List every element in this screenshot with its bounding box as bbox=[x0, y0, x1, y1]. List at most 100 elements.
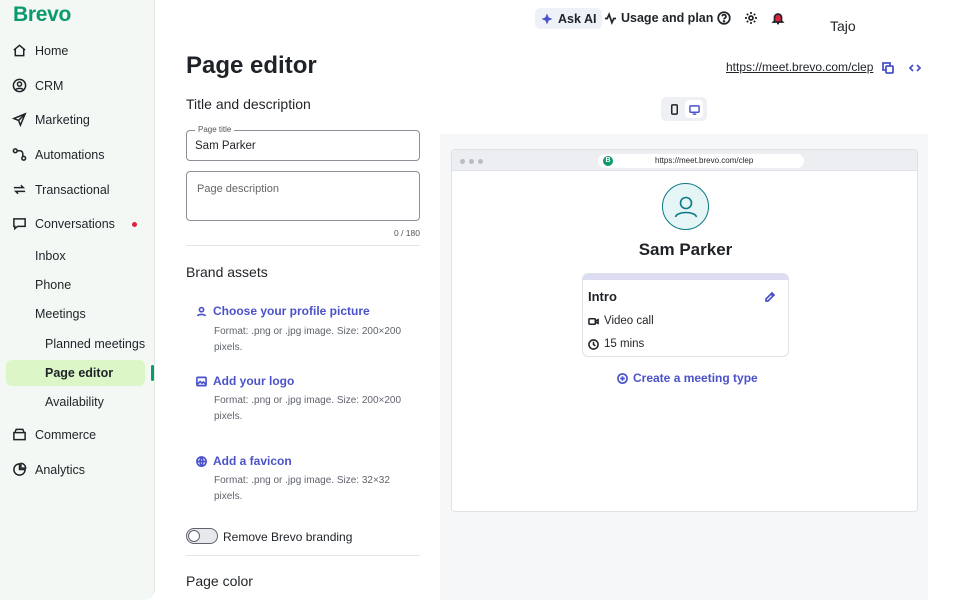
page-description-field[interactable]: Page description bbox=[186, 171, 420, 221]
favicon-format-hint: Format: .png or .jpg image. Size: 32×32 … bbox=[214, 475, 390, 502]
usage-and-plan-label: Usage and plan bbox=[621, 11, 714, 25]
sidebar: Brevo Home CRM Marketing Automations Tra… bbox=[0, 0, 155, 600]
embed-code-icon[interactable] bbox=[908, 61, 922, 73]
logo-format-hint: Format: .png or .jpg image. Size: 200×20… bbox=[214, 395, 402, 422]
nav-crm[interactable]: CRM bbox=[12, 78, 63, 93]
sidebar-item-availability[interactable]: Availability bbox=[45, 395, 104, 409]
public-page-url-link[interactable]: https://meet.brevo.com/clep bbox=[726, 60, 873, 74]
create-meeting-type-link[interactable]: Create a meeting type bbox=[617, 371, 758, 385]
divider bbox=[186, 555, 420, 556]
meeting-type-card[interactable]: Intro Video call 15 mins bbox=[582, 273, 789, 357]
window-dot bbox=[460, 159, 465, 164]
nav-transactional-label: Transactional bbox=[35, 182, 110, 197]
desktop-preview-button[interactable] bbox=[685, 100, 703, 118]
mobile-preview-button[interactable] bbox=[665, 100, 683, 118]
user-circle-icon bbox=[12, 78, 27, 93]
notification-bell-icon[interactable] bbox=[771, 11, 785, 25]
remove-branding-toggle[interactable] bbox=[186, 528, 218, 544]
globe-icon bbox=[196, 455, 207, 467]
brevo-logo[interactable]: Brevo bbox=[13, 3, 71, 27]
home-icon bbox=[13, 44, 26, 57]
chat-icon bbox=[13, 218, 26, 231]
device-preview-toggle bbox=[661, 97, 707, 121]
account-menu[interactable]: Tajo bbox=[830, 18, 856, 34]
add-logo-link[interactable]: Add your logo bbox=[196, 374, 294, 388]
nav-commerce[interactable]: Commerce bbox=[12, 427, 96, 442]
section-title-description: Title and description bbox=[186, 96, 311, 112]
meeting-type-location-label: Video call bbox=[604, 315, 654, 327]
address-bar: B https://meet.brevo.com/clep bbox=[598, 154, 804, 168]
card-color-strip bbox=[583, 274, 788, 280]
active-item-indicator bbox=[151, 365, 154, 381]
section-page-color: Page color bbox=[186, 573, 253, 589]
nav-crm-label: CRM bbox=[35, 78, 64, 93]
sidebar-item-meetings[interactable]: Meetings bbox=[35, 307, 86, 321]
browser-preview: B https://meet.brevo.com/clep Sam Parker… bbox=[451, 149, 918, 512]
browser-toolbar: B https://meet.brevo.com/clep bbox=[452, 150, 917, 171]
nav-marketing[interactable]: Marketing bbox=[12, 112, 90, 127]
meeting-type-location: Video call bbox=[588, 315, 654, 327]
activity-icon bbox=[604, 11, 617, 25]
page-title-value: Sam Parker bbox=[195, 140, 256, 152]
create-meeting-type-label: Create a meeting type bbox=[633, 371, 758, 385]
description-char-counter: 0 / 180 bbox=[394, 228, 420, 238]
video-camera-icon bbox=[588, 317, 599, 325]
repeat-icon bbox=[13, 184, 26, 195]
mobile-icon bbox=[670, 103, 678, 115]
toggle-knob bbox=[188, 530, 200, 542]
sparkle-icon bbox=[541, 13, 553, 24]
image-icon bbox=[196, 376, 207, 386]
sidebar-item-phone[interactable]: Phone bbox=[35, 278, 71, 292]
nav-automations[interactable]: Automations bbox=[12, 147, 104, 162]
add-logo-label: Add your logo bbox=[213, 374, 295, 388]
nav-transactional[interactable]: Transactional bbox=[12, 182, 110, 197]
profile-picture-format-hint: Format: .png or .jpg image. Size: 200×20… bbox=[214, 326, 402, 353]
plus-circle-icon bbox=[617, 372, 628, 384]
settings-gear-icon[interactable] bbox=[744, 11, 758, 25]
usage-and-plan-button[interactable]: Usage and plan bbox=[604, 11, 713, 25]
section-brand-assets: Brand assets bbox=[186, 264, 268, 280]
brevo-favicon: B bbox=[603, 156, 613, 166]
ask-ai-label: Ask AI bbox=[558, 11, 597, 26]
clock-icon bbox=[588, 338, 599, 350]
sidebar-item-inbox[interactable]: Inbox bbox=[35, 249, 66, 263]
window-dot bbox=[469, 159, 474, 164]
nav-commerce-label: Commerce bbox=[35, 427, 97, 442]
sidebar-item-planned-meetings[interactable]: Planned meetings bbox=[45, 337, 145, 351]
nav-home-label: Home bbox=[35, 43, 69, 58]
remove-branding-label: Remove Brevo branding bbox=[223, 530, 353, 544]
nav-analytics[interactable]: Analytics bbox=[12, 462, 85, 477]
meeting-type-title: Intro bbox=[588, 289, 617, 304]
page-title-field-label: Page title bbox=[195, 125, 235, 134]
page-title-field[interactable]: Page title Sam Parker bbox=[186, 125, 420, 161]
user-icon bbox=[196, 306, 207, 317]
add-favicon-link[interactable]: Add a favicon bbox=[196, 454, 292, 468]
preview-name: Sam Parker bbox=[638, 240, 733, 259]
page-title: Page editor bbox=[186, 52, 317, 79]
profile-avatar bbox=[662, 183, 709, 230]
copy-icon[interactable] bbox=[882, 61, 894, 74]
choose-profile-picture-label: Choose your profile picture bbox=[213, 304, 370, 318]
nav-conversations[interactable]: Conversations bbox=[12, 216, 115, 231]
user-icon bbox=[674, 196, 697, 217]
nav-home[interactable]: Home bbox=[12, 43, 68, 58]
address-url: https://meet.brevo.com/clep bbox=[655, 156, 754, 165]
meeting-type-duration: 15 mins bbox=[588, 338, 644, 350]
automation-icon bbox=[12, 148, 27, 161]
shop-icon bbox=[13, 428, 26, 441]
choose-profile-picture-link[interactable]: Choose your profile picture bbox=[196, 304, 370, 318]
edit-pencil-icon[interactable] bbox=[764, 290, 776, 302]
help-icon[interactable] bbox=[717, 11, 731, 25]
pie-chart-icon bbox=[13, 462, 27, 476]
nav-analytics-label: Analytics bbox=[35, 462, 86, 477]
window-dot bbox=[478, 159, 483, 164]
nav-automations-label: Automations bbox=[35, 147, 105, 162]
sidebar-item-page-editor[interactable]: Page editor bbox=[45, 366, 113, 380]
add-favicon-label: Add a favicon bbox=[213, 454, 292, 468]
nav-conversations-label: Conversations bbox=[35, 216, 115, 231]
nav-marketing-label: Marketing bbox=[35, 112, 90, 127]
ask-ai-button[interactable]: Ask AI bbox=[535, 8, 603, 29]
desktop-icon bbox=[688, 104, 700, 115]
send-icon bbox=[12, 112, 27, 127]
page-description-placeholder: Page description bbox=[197, 183, 279, 195]
